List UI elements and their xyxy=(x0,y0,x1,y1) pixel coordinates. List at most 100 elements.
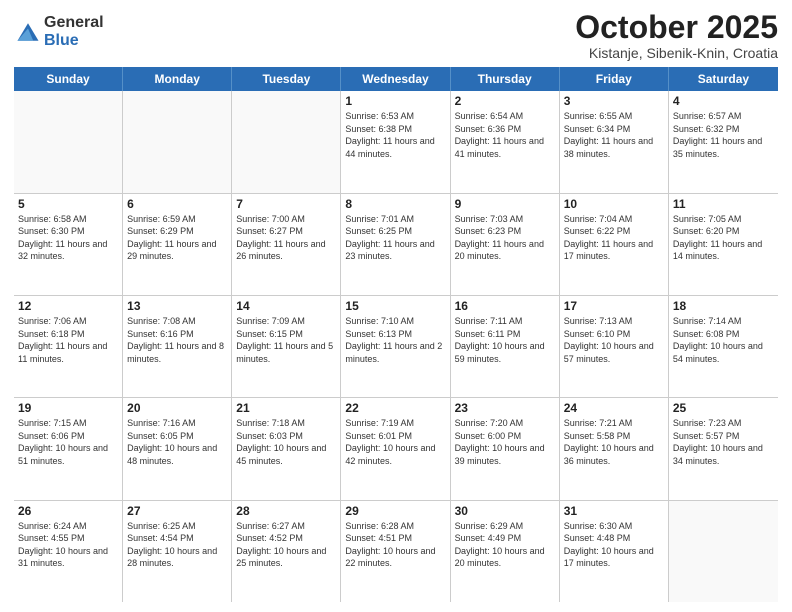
day-number: 3 xyxy=(564,94,664,108)
cell-daylight-info: Sunrise: 6:58 AM Sunset: 6:30 PM Dayligh… xyxy=(18,213,118,263)
cell-daylight-info: Sunrise: 7:23 AM Sunset: 5:57 PM Dayligh… xyxy=(673,417,774,467)
calendar-cell-3-2: 21Sunrise: 7:18 AM Sunset: 6:03 PM Dayli… xyxy=(232,398,341,499)
day-number: 30 xyxy=(455,504,555,518)
cell-daylight-info: Sunrise: 6:59 AM Sunset: 6:29 PM Dayligh… xyxy=(127,213,227,263)
calendar-cell-4-6 xyxy=(669,501,778,602)
header-day-monday: Monday xyxy=(123,67,232,91)
day-number: 19 xyxy=(18,401,118,415)
calendar-cell-0-6: 4 Sunrise: 6:57 AM Sunset: 6:32 PM Daylig… xyxy=(669,91,778,192)
location: Kistanje, Sibenik-Knin, Croatia xyxy=(575,45,778,61)
logo: General Blue xyxy=(14,14,104,49)
day-number: 18 xyxy=(673,299,774,313)
calendar-row-3: 19 Sunrise: 7:15 AM Sunset: 6:06 PM Dayli… xyxy=(14,398,778,500)
calendar-cell-2-1: 13 Sunrise: 7:08 AM Sunset: 6:16 PM Dayli… xyxy=(123,296,232,397)
day-number: 8 xyxy=(345,197,445,211)
day-number: 16 xyxy=(455,299,555,313)
calendar-cell-0-5: 3 Sunrise: 6:55 AM Sunset: 6:34 PM Daylig… xyxy=(560,91,669,192)
header-day-thursday: Thursday xyxy=(451,67,560,91)
calendar-cell-3-4: 23Sunrise: 7:20 AM Sunset: 6:00 PM Dayli… xyxy=(451,398,560,499)
day-number: 11 xyxy=(673,197,774,211)
day-number: 28 xyxy=(236,504,336,518)
header-day-friday: Friday xyxy=(560,67,669,91)
cell-daylight-info: Sunrise: 7:13 AM Sunset: 6:10 PM Dayligh… xyxy=(564,315,664,365)
calendar-cell-0-0 xyxy=(14,91,123,192)
logo-text: General Blue xyxy=(44,14,104,49)
calendar-cell-2-6: 18 Sunrise: 7:14 AM Sunset: 6:08 PM Dayli… xyxy=(669,296,778,397)
calendar-cell-4-2: 28Sunrise: 6:27 AM Sunset: 4:52 PM Dayli… xyxy=(232,501,341,602)
day-number: 2 xyxy=(455,94,555,108)
calendar-row-0: 1 Sunrise: 6:53 AM Sunset: 6:38 PM Daylig… xyxy=(14,91,778,193)
calendar-row-2: 12 Sunrise: 7:06 AM Sunset: 6:18 PM Dayli… xyxy=(14,296,778,398)
calendar-cell-1-4: 9Sunrise: 7:03 AM Sunset: 6:23 PM Daylig… xyxy=(451,194,560,295)
calendar-cell-0-2 xyxy=(232,91,341,192)
cell-daylight-info: Sunrise: 7:03 AM Sunset: 6:23 PM Dayligh… xyxy=(455,213,555,263)
title-block: October 2025 Kistanje, Sibenik-Knin, Cro… xyxy=(575,10,778,61)
calendar-cell-4-1: 27 Sunrise: 6:25 AM Sunset: 4:54 PM Dayli… xyxy=(123,501,232,602)
calendar-cell-0-1 xyxy=(123,91,232,192)
calendar-cell-1-6: 11 Sunrise: 7:05 AM Sunset: 6:20 PM Dayli… xyxy=(669,194,778,295)
cell-daylight-info: Sunrise: 7:20 AM Sunset: 6:00 PM Dayligh… xyxy=(455,417,555,467)
logo-general-label: General xyxy=(44,14,104,32)
day-number: 20 xyxy=(127,401,227,415)
day-number: 29 xyxy=(345,504,445,518)
day-number: 14 xyxy=(236,299,336,313)
cell-daylight-info: Sunrise: 6:24 AM Sunset: 4:55 PM Dayligh… xyxy=(18,520,118,570)
header-day-wednesday: Wednesday xyxy=(341,67,450,91)
calendar-cell-1-0: 5Sunrise: 6:58 AM Sunset: 6:30 PM Daylig… xyxy=(14,194,123,295)
cell-daylight-info: Sunrise: 7:01 AM Sunset: 6:25 PM Dayligh… xyxy=(345,213,445,263)
calendar-cell-4-0: 26 Sunrise: 6:24 AM Sunset: 4:55 PM Dayli… xyxy=(14,501,123,602)
day-number: 22 xyxy=(345,401,445,415)
page: General Blue October 2025 Kistanje, Sibe… xyxy=(0,0,792,612)
cell-daylight-info: Sunrise: 6:54 AM Sunset: 6:36 PM Dayligh… xyxy=(455,110,555,160)
cell-daylight-info: Sunrise: 7:19 AM Sunset: 6:01 PM Dayligh… xyxy=(345,417,445,467)
cell-daylight-info: Sunrise: 6:55 AM Sunset: 6:34 PM Dayligh… xyxy=(564,110,664,160)
day-number: 27 xyxy=(127,504,227,518)
logo-icon xyxy=(14,18,42,46)
header: General Blue October 2025 Kistanje, Sibe… xyxy=(14,10,778,61)
cell-daylight-info: Sunrise: 6:30 AM Sunset: 4:48 PM Dayligh… xyxy=(564,520,664,570)
calendar-cell-3-3: 22 Sunrise: 7:19 AM Sunset: 6:01 PM Dayli… xyxy=(341,398,450,499)
day-number: 13 xyxy=(127,299,227,313)
calendar-cell-2-4: 16 Sunrise: 7:11 AM Sunset: 6:11 PM Dayli… xyxy=(451,296,560,397)
month-title: October 2025 xyxy=(575,10,778,45)
cell-daylight-info: Sunrise: 7:11 AM Sunset: 6:11 PM Dayligh… xyxy=(455,315,555,365)
day-number: 21 xyxy=(236,401,336,415)
calendar-body: 1 Sunrise: 6:53 AM Sunset: 6:38 PM Daylig… xyxy=(14,91,778,602)
day-number: 26 xyxy=(18,504,118,518)
header-day-saturday: Saturday xyxy=(669,67,778,91)
calendar-cell-2-0: 12 Sunrise: 7:06 AM Sunset: 6:18 PM Dayli… xyxy=(14,296,123,397)
day-number: 4 xyxy=(673,94,774,108)
day-number: 17 xyxy=(564,299,664,313)
day-number: 24 xyxy=(564,401,664,415)
calendar-cell-0-3: 1 Sunrise: 6:53 AM Sunset: 6:38 PM Daylig… xyxy=(341,91,450,192)
calendar-row-1: 5Sunrise: 6:58 AM Sunset: 6:30 PM Daylig… xyxy=(14,194,778,296)
cell-daylight-info: Sunrise: 7:15 AM Sunset: 6:06 PM Dayligh… xyxy=(18,417,118,467)
cell-daylight-info: Sunrise: 7:04 AM Sunset: 6:22 PM Dayligh… xyxy=(564,213,664,263)
day-number: 10 xyxy=(564,197,664,211)
cell-daylight-info: Sunrise: 7:06 AM Sunset: 6:18 PM Dayligh… xyxy=(18,315,118,365)
cell-daylight-info: Sunrise: 7:10 AM Sunset: 6:13 PM Dayligh… xyxy=(345,315,445,365)
day-number: 25 xyxy=(673,401,774,415)
calendar-cell-2-2: 14 Sunrise: 7:09 AM Sunset: 6:15 PM Dayli… xyxy=(232,296,341,397)
day-number: 1 xyxy=(345,94,445,108)
header-day-sunday: Sunday xyxy=(14,67,123,91)
cell-daylight-info: Sunrise: 6:28 AM Sunset: 4:51 PM Dayligh… xyxy=(345,520,445,570)
cell-daylight-info: Sunrise: 6:29 AM Sunset: 4:49 PM Dayligh… xyxy=(455,520,555,570)
day-number: 31 xyxy=(564,504,664,518)
cell-daylight-info: Sunrise: 7:08 AM Sunset: 6:16 PM Dayligh… xyxy=(127,315,227,365)
cell-daylight-info: Sunrise: 6:53 AM Sunset: 6:38 PM Dayligh… xyxy=(345,110,445,160)
day-number: 15 xyxy=(345,299,445,313)
calendar-cell-2-5: 17 Sunrise: 7:13 AM Sunset: 6:10 PM Dayli… xyxy=(560,296,669,397)
day-number: 12 xyxy=(18,299,118,313)
cell-daylight-info: Sunrise: 6:57 AM Sunset: 6:32 PM Dayligh… xyxy=(673,110,774,160)
calendar-cell-4-3: 29 Sunrise: 6:28 AM Sunset: 4:51 PM Dayli… xyxy=(341,501,450,602)
cell-daylight-info: Sunrise: 7:14 AM Sunset: 6:08 PM Dayligh… xyxy=(673,315,774,365)
cell-daylight-info: Sunrise: 7:09 AM Sunset: 6:15 PM Dayligh… xyxy=(236,315,336,365)
cell-daylight-info: Sunrise: 6:25 AM Sunset: 4:54 PM Dayligh… xyxy=(127,520,227,570)
calendar-cell-2-3: 15 Sunrise: 7:10 AM Sunset: 6:13 PM Dayli… xyxy=(341,296,450,397)
cell-daylight-info: Sunrise: 7:05 AM Sunset: 6:20 PM Dayligh… xyxy=(673,213,774,263)
calendar-cell-3-6: 25 Sunrise: 7:23 AM Sunset: 5:57 PM Dayli… xyxy=(669,398,778,499)
calendar-cell-1-3: 8 Sunrise: 7:01 AM Sunset: 6:25 PM Daylig… xyxy=(341,194,450,295)
calendar-cell-4-5: 31 Sunrise: 6:30 AM Sunset: 4:48 PM Dayli… xyxy=(560,501,669,602)
logo-blue-label: Blue xyxy=(44,32,104,50)
